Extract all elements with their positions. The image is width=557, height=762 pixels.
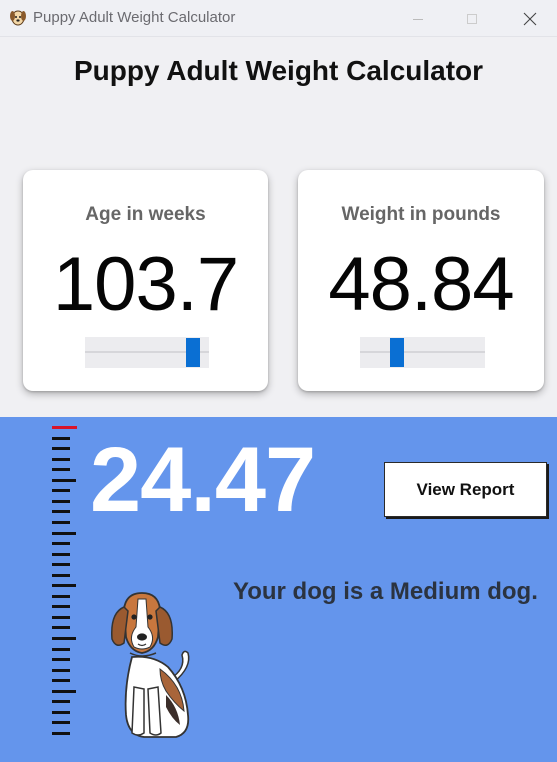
close-button[interactable] bbox=[507, 0, 553, 37]
ruler-tick bbox=[52, 584, 76, 587]
minimize-button[interactable] bbox=[395, 0, 441, 37]
ruler-tick bbox=[52, 690, 76, 693]
page-title: Puppy Adult Weight Calculator bbox=[73, 55, 484, 86]
ruler-marker bbox=[52, 426, 77, 429]
weight-label: Weight in pounds bbox=[341, 204, 501, 225]
ruler-tick bbox=[52, 510, 70, 513]
weight-slider[interactable] bbox=[360, 337, 485, 368]
ruler-tick bbox=[52, 437, 70, 440]
weight-slider-track bbox=[360, 351, 485, 353]
ruler-tick bbox=[52, 626, 70, 629]
ruler-tick bbox=[52, 595, 70, 598]
ruler-tick bbox=[52, 616, 70, 619]
ruler-tick bbox=[52, 574, 70, 577]
ruler-tick bbox=[52, 605, 70, 608]
beagle-dog-illustration bbox=[111, 592, 190, 738]
weight-value: 48.84 bbox=[328, 242, 514, 327]
ruler-tick bbox=[52, 637, 76, 640]
ruler-tick bbox=[52, 521, 70, 524]
age-value: 103.7 bbox=[52, 242, 239, 327]
maximize-icon bbox=[467, 13, 477, 24]
weight-card: Weight in pounds 48.84 bbox=[298, 170, 544, 391]
window-titlebar: Puppy Adult Weight Calculator bbox=[0, 0, 557, 37]
age-slider[interactable] bbox=[85, 337, 209, 368]
ruler-tick bbox=[52, 479, 76, 482]
window-title: Puppy Adult Weight Calculator bbox=[33, 9, 236, 26]
dog-size-message: Your dog is a Medium dog. bbox=[233, 578, 538, 605]
maximize-button[interactable] bbox=[449, 0, 495, 37]
view-report-button[interactable]: View Report bbox=[384, 462, 547, 517]
ruler-tick bbox=[52, 732, 70, 735]
weight-slider-thumb[interactable] bbox=[390, 338, 404, 367]
ruler-tick bbox=[52, 447, 70, 450]
predicted-weight-value: 24.47 bbox=[90, 429, 316, 531]
age-slider-thumb[interactable] bbox=[186, 338, 200, 367]
ruler-tick bbox=[52, 500, 70, 503]
ruler-tick bbox=[52, 648, 70, 651]
minimize-icon bbox=[413, 18, 423, 20]
age-card: Age in weeks 103.7 bbox=[23, 170, 268, 391]
close-icon bbox=[523, 12, 537, 25]
ruler-tick bbox=[52, 711, 70, 714]
ruler-tick bbox=[52, 721, 70, 724]
ruler-tick bbox=[52, 563, 70, 566]
ruler-scale bbox=[52, 426, 78, 742]
age-label: Age in weeks bbox=[85, 204, 206, 225]
ruler-tick bbox=[52, 489, 70, 492]
ruler-tick bbox=[52, 553, 70, 556]
ruler-tick bbox=[52, 468, 70, 471]
ruler-tick bbox=[52, 458, 70, 461]
ruler-tick bbox=[52, 700, 70, 703]
ruler-tick bbox=[52, 669, 70, 672]
ruler-tick bbox=[52, 532, 76, 535]
ruler-tick bbox=[52, 658, 70, 661]
ruler-tick bbox=[52, 679, 70, 682]
puppy-icon bbox=[10, 10, 26, 26]
ruler-tick bbox=[52, 542, 70, 545]
